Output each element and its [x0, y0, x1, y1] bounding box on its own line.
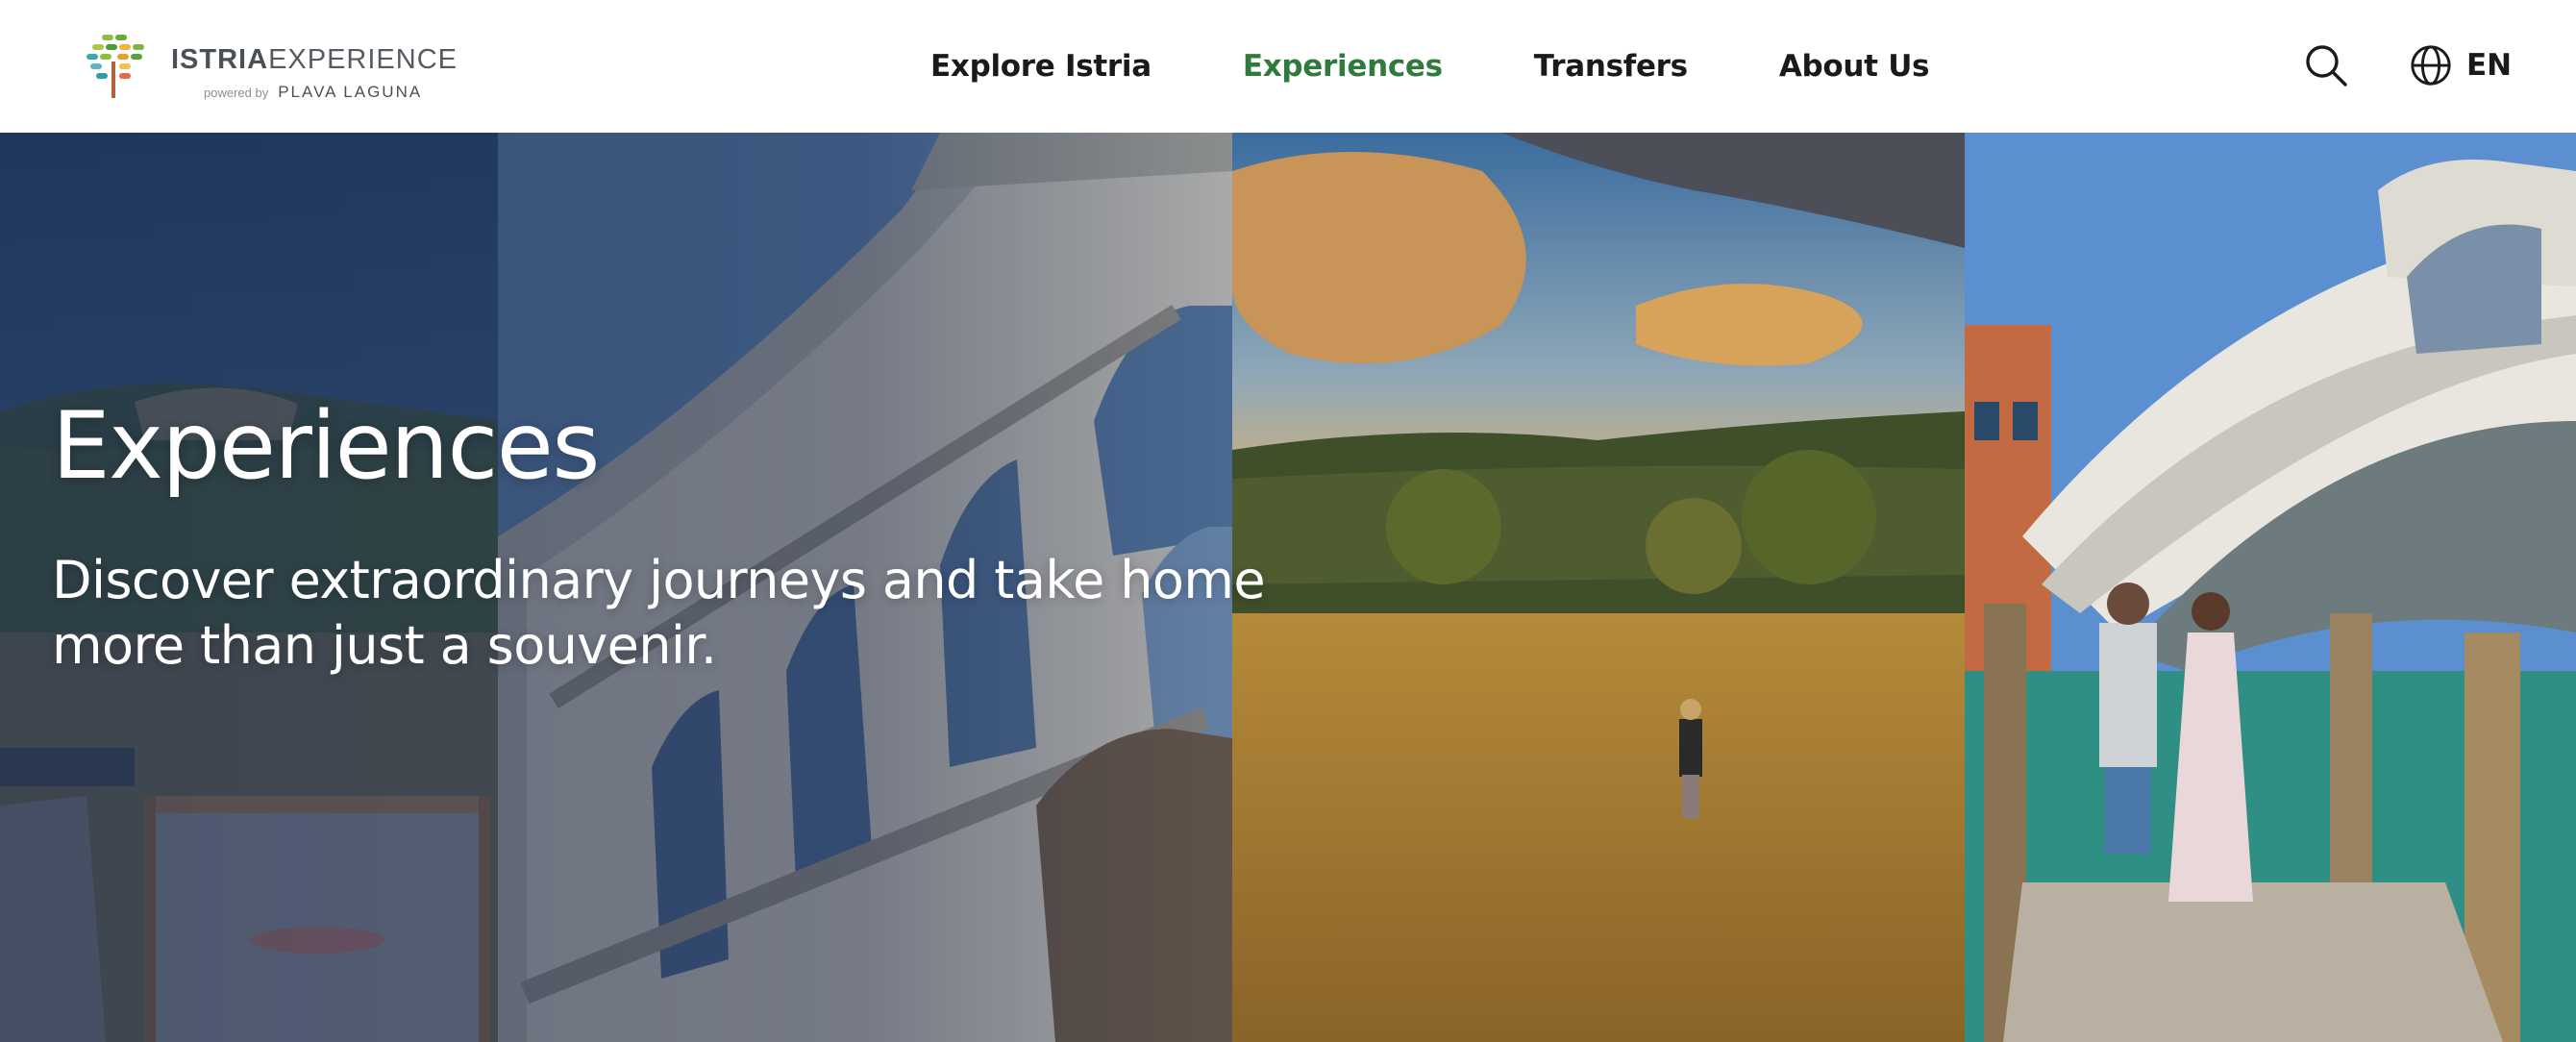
page-title: Experiences — [52, 392, 600, 500]
logo-partner: PLAVA LAGUNA — [278, 83, 423, 101]
main-nav: Explore Istria Experiences Transfers Abo… — [930, 0, 1930, 133]
search-icon — [2306, 45, 2347, 87]
logo[interactable]: ISTRIAEXPERIENCE powered by PLAVA LAGUNA — [81, 33, 458, 102]
globe-icon — [2411, 45, 2451, 86]
nav-explore-istria[interactable]: Explore Istria — [930, 49, 1152, 84]
tree-logo-icon — [87, 35, 144, 98]
hero-image-venice-rialto — [1965, 133, 2576, 1042]
hero-banner: Experiences Discover extraordinary journ… — [0, 133, 2576, 1042]
search-button[interactable] — [2303, 42, 2349, 88]
language-label: EN — [2466, 48, 2513, 83]
logo-brand-light: EXPERIENCE — [268, 44, 458, 75]
logo-brand-bold: ISTRIA — [171, 44, 269, 75]
nav-about-us[interactable]: About Us — [1779, 49, 1930, 84]
hero-text-block: Experiences Discover extraordinary journ… — [52, 400, 1398, 679]
nav-transfers[interactable]: Transfers — [1534, 49, 1688, 84]
site-header: ISTRIAEXPERIENCE powered by PLAVA LAGUNA… — [0, 0, 2576, 133]
hero-subtitle: Discover extraordinary journeys and take… — [52, 550, 1266, 676]
logo-powered-by: powered by — [204, 86, 269, 100]
nav-experiences[interactable]: Experiences — [1243, 49, 1443, 84]
language-selector[interactable]: EN — [2409, 42, 2512, 88]
